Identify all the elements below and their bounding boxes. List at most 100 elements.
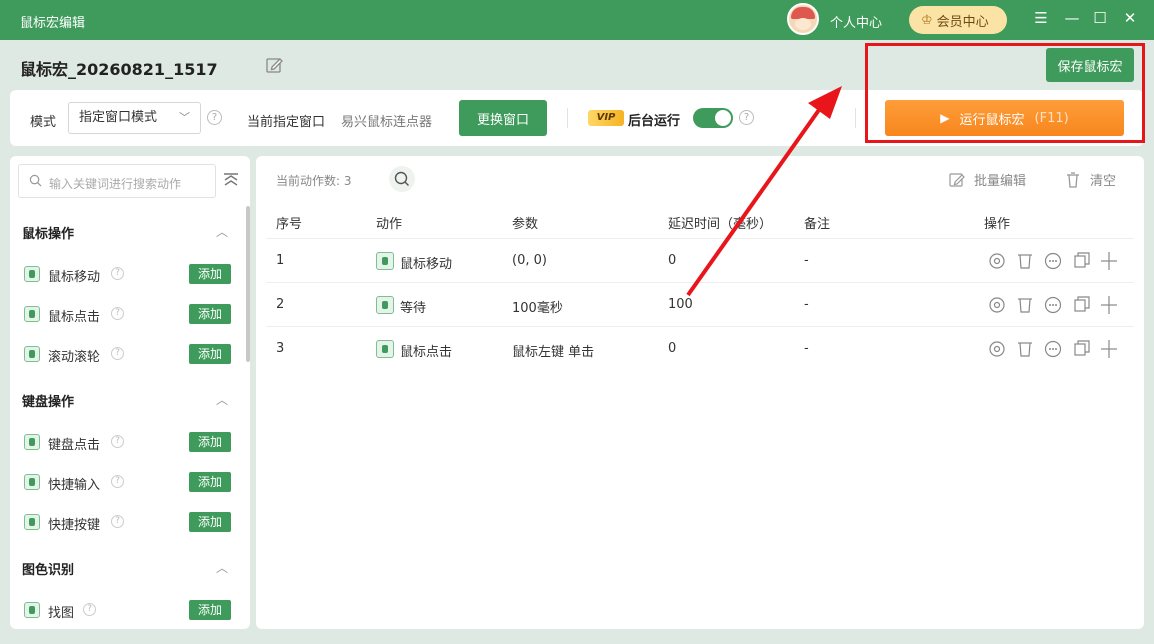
chevron-up-icon[interactable]: ︿: [216, 559, 228, 576]
divider: [855, 108, 856, 128]
action-list-panel: 当前动作数: 3 批量编辑 清空 序号 动作 参数 延迟时间（毫秒） 备注 操作…: [256, 156, 1144, 629]
library-item-label: 键盘点击: [48, 438, 101, 453]
column-header-operations: 操作: [984, 217, 1011, 232]
clear-label: 清空: [1090, 174, 1117, 189]
chevron-up-icon[interactable]: ︿: [216, 223, 228, 240]
trash-icon: [1067, 171, 1079, 188]
mouse-click-icon: [376, 340, 394, 358]
row-action: 鼠标移动: [400, 257, 453, 272]
column-header-note: 备注: [804, 217, 831, 232]
mode-select-value: 指定窗口模式: [79, 110, 158, 125]
edit-icon: [949, 172, 965, 187]
close-icon[interactable]: ✕: [1120, 9, 1140, 27]
user-center-link[interactable]: 个人中心: [830, 12, 882, 31]
search-actions-button[interactable]: [389, 166, 415, 192]
action-library: 输入关键词进行搜索动作 鼠标操作 ︿ 鼠标移动 ? 添加 鼠标点击 ? 添加 滚…: [10, 156, 250, 629]
background-run-label: 后台运行: [628, 114, 681, 129]
row-index: 2: [276, 297, 285, 312]
help-icon[interactable]: ?: [111, 435, 124, 448]
row-delay: 0: [668, 341, 677, 356]
library-item-label: 鼠标点击: [48, 310, 101, 325]
hotkey-icon: [24, 514, 40, 530]
add-find-image-button[interactable]: 添加: [189, 600, 231, 620]
clear-all-button[interactable]: 清空: [1064, 170, 1116, 189]
mouse-move-icon: [376, 252, 394, 270]
row-note: -: [804, 297, 809, 312]
row-operations: [989, 252, 1117, 358]
maximize-icon[interactable]: ☐: [1090, 9, 1110, 27]
row-params: 鼠标左键 单击: [512, 345, 595, 360]
add-hotkey-button[interactable]: 添加: [189, 512, 231, 532]
row-note: -: [804, 253, 809, 268]
minimize-icon[interactable]: —: [1062, 9, 1082, 27]
section-title-mouse: 鼠标操作: [22, 227, 75, 242]
mode-label: 模式: [30, 115, 57, 130]
add-mouse-click-button[interactable]: 添加: [189, 304, 231, 324]
scroll-wheel-icon: [24, 346, 40, 362]
macro-name: 鼠标宏_20260821_1517: [20, 60, 218, 79]
section-title-image-color: 图色识别: [22, 563, 75, 578]
library-item-label: 找图: [48, 606, 75, 621]
column-header-index: 序号: [276, 217, 303, 232]
row-delay: 0: [668, 253, 677, 268]
library-item-label: 快捷按键: [48, 518, 101, 533]
vip-center-label: 会员中心: [936, 14, 989, 30]
current-window-value: 易兴鼠标连点器: [341, 115, 433, 130]
wait-icon: [376, 296, 394, 314]
add-scroll-wheel-button[interactable]: 添加: [189, 344, 231, 364]
column-header-params: 参数: [512, 217, 539, 232]
row-delay: 100: [668, 297, 693, 312]
menu-icon[interactable]: ☰: [1031, 9, 1051, 27]
action-count: 当前动作数: 3: [276, 174, 352, 188]
library-item-label: 鼠标移动: [48, 270, 101, 285]
crown-icon: ♔: [921, 12, 933, 28]
add-keyboard-click-button[interactable]: 添加: [189, 432, 231, 452]
background-run-toggle[interactable]: [693, 108, 733, 128]
row-index: 1: [276, 253, 285, 268]
row-note: -: [804, 341, 809, 356]
settings-icon[interactable]: [989, 253, 1005, 357]
copy-icon[interactable]: [1074, 252, 1090, 356]
action-search-input[interactable]: 输入关键词进行搜索动作: [18, 164, 216, 198]
chevron-up-icon[interactable]: ︿: [216, 391, 228, 408]
trash-icon[interactable]: [1018, 254, 1032, 357]
help-icon[interactable]: ?: [111, 347, 124, 360]
column-header-action: 动作: [376, 217, 403, 232]
row-params: 100毫秒: [512, 301, 563, 316]
help-icon[interactable]: ?: [111, 475, 124, 488]
help-icon[interactable]: ?: [111, 267, 124, 280]
find-image-icon: [24, 602, 40, 618]
library-item-label: 滚动滚轮: [48, 350, 101, 365]
row-index: 3: [276, 341, 285, 356]
sidebar-scrollbar[interactable]: [246, 206, 250, 362]
row-params: (0, 0): [512, 253, 547, 268]
search-icon: [394, 171, 409, 186]
edit-name-icon[interactable]: [264, 55, 284, 75]
keyboard-click-icon: [24, 434, 40, 450]
mouse-move-icon: [24, 266, 40, 282]
search-placeholder: 输入关键词进行搜索动作: [49, 177, 182, 191]
divider: [567, 108, 568, 128]
collapse-all-icon[interactable]: [222, 172, 240, 188]
column-header-delay: 延迟时间（毫秒）: [668, 217, 773, 232]
title-bar: 鼠标宏编辑 个人中心 ♔ 会员中心 ☰ — ☐ ✕: [0, 0, 1154, 40]
current-window-label: 当前指定窗口: [247, 115, 326, 130]
drag-handle-icon[interactable]: [1101, 252, 1117, 358]
mode-help-icon[interactable]: ?: [207, 110, 222, 125]
add-mouse-move-button[interactable]: 添加: [189, 264, 231, 284]
chevron-down-icon: ﹀: [179, 111, 190, 124]
mouse-click-icon: [24, 306, 40, 322]
vip-center-button[interactable]: ♔ 会员中心: [909, 6, 1007, 34]
help-icon[interactable]: ?: [111, 515, 124, 528]
background-run-help-icon[interactable]: ?: [739, 110, 754, 125]
library-item-label: 快捷输入: [48, 478, 101, 493]
mode-select[interactable]: 指定窗口模式 ﹀: [68, 102, 201, 134]
row-divider: [266, 238, 1134, 239]
add-quick-input-button[interactable]: 添加: [189, 472, 231, 492]
vip-badge: VIP: [588, 110, 624, 126]
help-icon[interactable]: ?: [111, 307, 124, 320]
help-icon[interactable]: ?: [83, 603, 96, 616]
change-window-button[interactable]: 更换窗口: [459, 100, 547, 136]
avatar[interactable]: [787, 3, 819, 35]
batch-edit-button[interactable]: 批量编辑: [948, 170, 1026, 189]
